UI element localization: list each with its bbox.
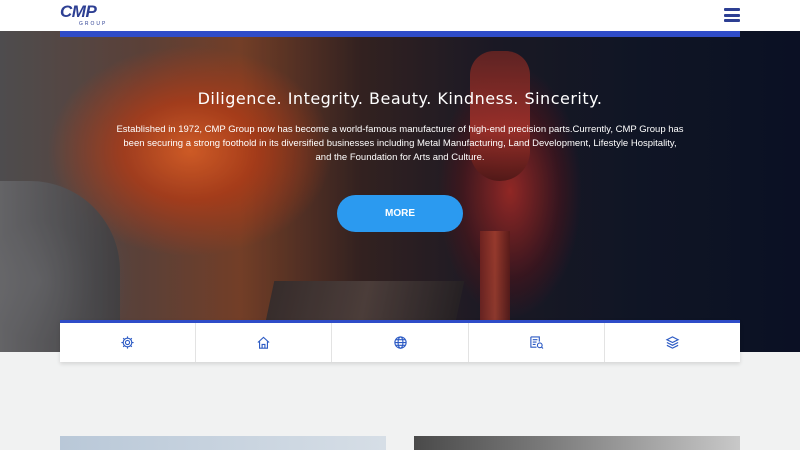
iconbar-item-land-development[interactable] [196, 323, 333, 362]
more-button[interactable]: MORE [337, 195, 463, 232]
logo-text: CMP [60, 2, 97, 21]
news-card-image-left[interactable] [60, 436, 386, 450]
iconbar-item-global[interactable] [332, 323, 469, 362]
hero-banner: Diligence. Integrity. Beauty. Kindness. … [0, 31, 800, 352]
site-header: CMP GROUP [0, 0, 800, 31]
iconbar-item-metal-manufacturing[interactable] [60, 323, 197, 362]
iconbar-item-lifestyle-hospitality[interactable] [469, 323, 605, 362]
hero-overlay [0, 31, 800, 352]
hero-tagline: Diligence. Integrity. Beauty. Kindness. … [197, 89, 603, 108]
home-icon [257, 336, 270, 349]
hamburger-menu-icon[interactable] [724, 7, 740, 23]
logo-subtext: GROUP [79, 21, 108, 27]
cmp-logo[interactable]: CMP GROUP [60, 2, 108, 28]
hero-accent-stripe [60, 31, 740, 37]
hero-intro-text: Established in 1972, CMP Group now has b… [116, 124, 684, 163]
business-icon-bar [60, 320, 740, 362]
news-card-image-right[interactable] [414, 436, 740, 450]
globe-icon [393, 336, 407, 349]
document-search-icon [530, 336, 544, 349]
iconbar-item-arts-culture[interactable] [605, 323, 740, 362]
gear-icon [121, 336, 134, 349]
layers-icon [665, 336, 680, 349]
